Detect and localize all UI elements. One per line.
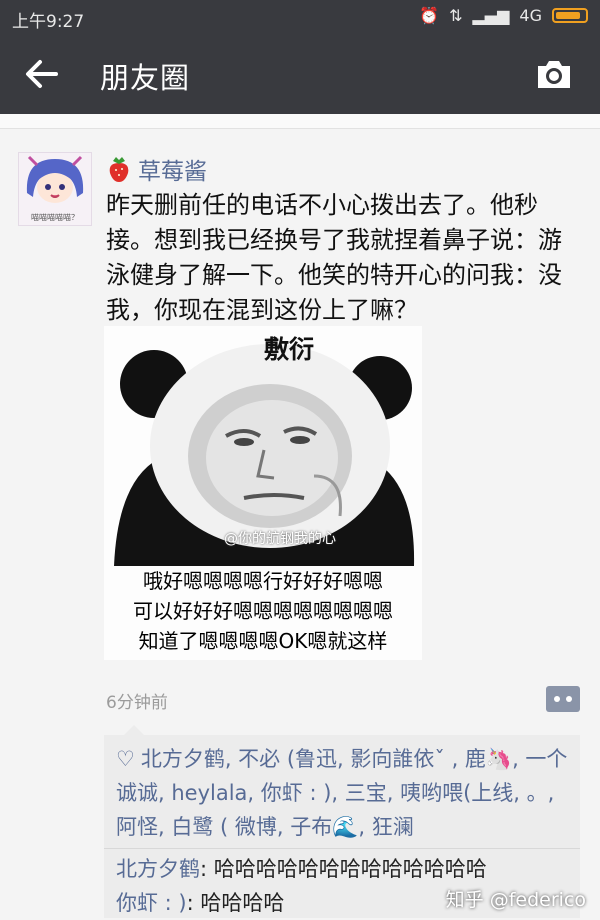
- avatar-caption: 喵喵喵喵喵？: [31, 213, 79, 222]
- comment-item[interactable]: 北方夕鹤: 哈哈哈哈哈哈哈哈哈哈哈哈哈: [116, 852, 576, 886]
- comment-text: 哈哈哈哈哈哈哈哈哈哈哈哈哈: [213, 857, 487, 881]
- meme-caption-line: 知道了嗯嗯嗯嗯OK嗯就这样: [138, 629, 388, 653]
- zhihu-watermark: 知乎 @federico: [445, 889, 586, 911]
- comment-more-button[interactable]: [546, 686, 580, 712]
- cover-strip: [0, 114, 600, 129]
- back-arrow-icon[interactable]: [20, 52, 64, 96]
- post-time: 6分钟前: [106, 693, 168, 713]
- status-icons: ⏰ ⇅ ▂▄▆ 4G: [419, 6, 588, 25]
- comment-author[interactable]: 你虾 : ): [116, 891, 187, 915]
- comment-text: 哈哈哈哈: [200, 891, 285, 915]
- comment-colon: :: [186, 891, 201, 915]
- status-time: 上午9:27: [12, 12, 85, 32]
- weibo-watermark: @你的航钢我的心: [224, 531, 336, 547]
- meme-caption-line: 可以好好好嗯嗯嗯嗯嗯嗯嗯嗯: [133, 599, 393, 623]
- status-bar: 上午9:27 ⏰ ⇅ ▂▄▆ 4G: [0, 0, 600, 36]
- dot-icon: [566, 696, 572, 702]
- likes-names[interactable]: 北方夕鹤, 不必 (鲁迅, 影向誰依ˇ , 鹿🦄, 一个诚诚, heylala,…: [116, 747, 567, 839]
- post-text: 昨天删前任的电话不小心拨出去了。他秒接。想到我已经换号了我就捏着鼻子说：游泳健身…: [106, 191, 562, 324]
- post-author[interactable]: 草莓酱: [106, 152, 207, 186]
- meme-top-label: 敷衍: [264, 335, 315, 364]
- anime-girl-avatar-icon: [26, 155, 84, 203]
- network-type: 4G: [519, 6, 542, 25]
- dot-icon: [554, 696, 560, 702]
- meme-caption-line: 哦好嗯嗯嗯嗯行好好好嗯嗯: [143, 569, 383, 593]
- comment-colon: :: [200, 857, 214, 881]
- avatar[interactable]: 喵喵喵喵喵？: [18, 152, 92, 226]
- likes-pointer: [124, 725, 144, 735]
- signal-icon: ▂▄▆: [472, 6, 510, 25]
- camera-icon[interactable]: [534, 56, 574, 92]
- post-image[interactable]: 敷衍 @你的航钢我的心 哦好嗯嗯嗯嗯行好好好嗯嗯 可以好好好嗯嗯嗯嗯嗯嗯嗯嗯 知…: [104, 326, 422, 660]
- nav-bar: 朋友圈: [0, 36, 600, 114]
- comment-author[interactable]: 北方夕鹤: [116, 857, 200, 881]
- page-title: 朋友圈: [100, 61, 191, 95]
- divider: [104, 848, 580, 849]
- heart-icon: ♡: [116, 747, 135, 771]
- data-arrows-icon: ⇅: [449, 6, 463, 25]
- author-name[interactable]: 草莓酱: [138, 152, 207, 186]
- alarm-off-icon: ⏰: [419, 6, 440, 25]
- battery-icon: [552, 8, 588, 23]
- likes-list[interactable]: ♡ 北方夕鹤, 不必 (鲁迅, 影向誰依ˇ , 鹿🦄, 一个诚诚, heylala…: [116, 742, 576, 844]
- strawberry-icon: [109, 157, 129, 182]
